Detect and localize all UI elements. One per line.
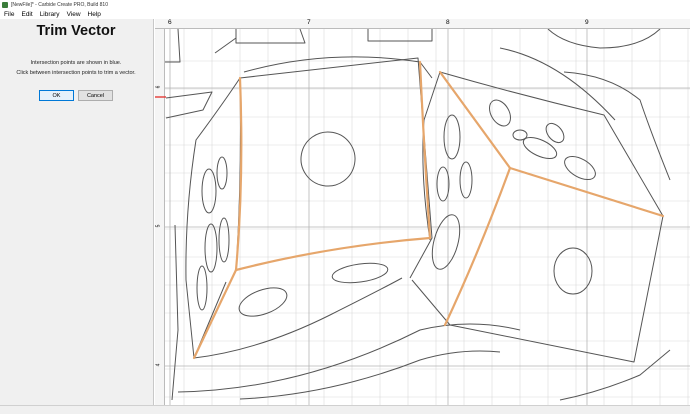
ruler-left-label-4: 4 bbox=[155, 363, 162, 367]
ruler-top-label-9: 9 bbox=[585, 19, 589, 26]
canvas-drawing bbox=[165, 28, 690, 405]
ruler-left-label-6: 6 bbox=[155, 85, 162, 89]
ruler-left-label-5: 5 bbox=[155, 224, 162, 228]
ruler-top-label-6: 6 bbox=[168, 19, 172, 26]
ruler-top-label-7: 7 bbox=[307, 19, 311, 26]
status-bar bbox=[0, 405, 690, 414]
ruler-left: 6 5 4 bbox=[155, 29, 165, 405]
ruler-top: 6 7 8 9 bbox=[155, 19, 690, 29]
ruler-top-label-8: 8 bbox=[446, 19, 450, 26]
